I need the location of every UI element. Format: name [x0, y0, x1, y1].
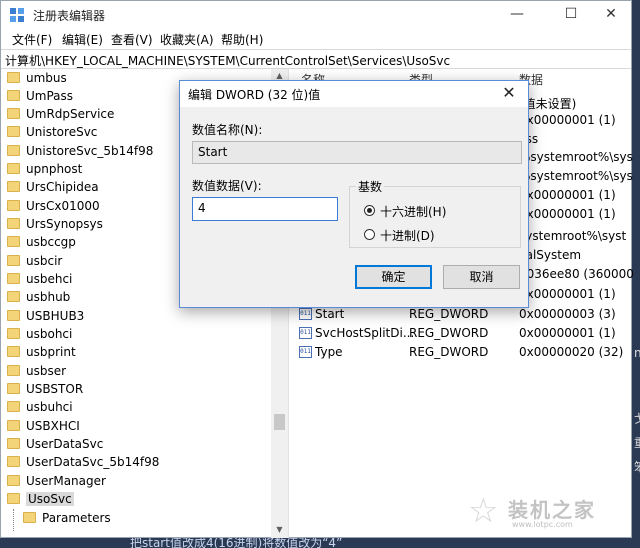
folder-icon	[7, 310, 20, 321]
folder-icon	[7, 72, 20, 83]
folder-icon	[7, 181, 20, 192]
tree-item[interactable]: usbcir	[7, 254, 62, 272]
folder-icon	[7, 291, 20, 302]
scroll-down-arrow-icon[interactable]: ▼	[271, 525, 288, 534]
dword-value-icon: 011	[299, 308, 312, 320]
value-row-type[interactable]: 011 Type REG_DWORD 0x00000020 (32)	[293, 343, 633, 362]
folder-icon	[7, 108, 20, 119]
scroll-up-arrow-icon[interactable]: ▲	[271, 71, 288, 80]
value-name-field: Start	[192, 141, 522, 164]
tree-item[interactable]: UmRdpService	[7, 107, 114, 125]
tree-item[interactable]: UrsChipidea	[7, 180, 99, 198]
dword-value-icon: 011	[299, 346, 312, 358]
watermark-url: www.lotpc.com	[512, 520, 573, 529]
star-logo-icon: ☆	[468, 491, 499, 531]
menu-bar: 文件(F) 编辑(E) 查看(V) 收藏夹(A) 帮助(H)	[1, 29, 631, 49]
menu-view[interactable]: 查看(V)	[111, 31, 153, 48]
tree-connector	[13, 509, 14, 531]
menu-file[interactable]: 文件(F)	[12, 31, 52, 48]
background-text: 笨	[634, 458, 640, 475]
tree-item[interactable]: usbser	[7, 364, 66, 382]
menu-help[interactable]: 帮助(H)	[221, 31, 263, 48]
maximize-button[interactable]: ☐	[549, 1, 593, 29]
folder-icon	[7, 493, 20, 504]
tree-item[interactable]: UserManager	[7, 474, 106, 492]
folder-icon	[7, 328, 20, 339]
value-name-label: 数值名称(N):	[192, 123, 263, 137]
tree-item[interactable]: USBXHCI	[7, 419, 80, 437]
tree-item[interactable]: UrsSynopsys	[7, 217, 103, 235]
dialog-close-button[interactable]: ✕	[496, 82, 522, 106]
tree-item[interactable]: UserDataSvc_5b14f98	[7, 455, 159, 473]
folder-icon	[7, 90, 20, 101]
folder-icon	[7, 420, 20, 431]
hexadecimal-radio[interactable]: 十六进制(H)	[364, 203, 514, 219]
title-bar: 注册表编辑器 — ☐ ✕	[1, 1, 631, 29]
radio-unselected-icon	[364, 229, 375, 240]
folder-icon	[7, 126, 20, 137]
site-watermark: ☆ 装机之家 www.lotpc.com	[468, 490, 628, 534]
tree-item[interactable]: upnphost	[7, 162, 82, 180]
folder-icon	[7, 145, 20, 156]
window-title: 注册表编辑器	[33, 9, 106, 23]
dialog-title: 编辑 DWORD (32 位)值	[188, 88, 321, 102]
folder-icon	[7, 218, 20, 229]
decimal-radio[interactable]: 十进制(D)	[364, 227, 514, 243]
background-strip: 把start值改成4(16进制)将数值改为“4”	[0, 538, 640, 548]
tree-item[interactable]: UnistoreSvc	[7, 125, 97, 143]
scrollbar-thumb[interactable]	[274, 414, 285, 430]
folder-icon	[7, 273, 20, 284]
address-path: 计算机\HKEY_LOCAL_MACHINE\SYSTEM\CurrentCon…	[5, 54, 451, 68]
tree-item[interactable]: usbehci	[7, 272, 72, 290]
ok-button[interactable]: 确定	[355, 265, 432, 289]
background-text: n	[634, 346, 640, 360]
close-window-button[interactable]: ✕	[589, 1, 633, 29]
menu-favorites[interactable]: 收藏夹(A)	[160, 31, 214, 48]
folder-icon	[7, 200, 20, 211]
folder-icon	[7, 255, 20, 266]
value-data-input[interactable]: 4	[192, 197, 338, 221]
address-bar[interactable]: 计算机\HKEY_LOCAL_MACHINE\SYSTEM\CurrentCon…	[1, 49, 631, 69]
base-group-label: 基数	[356, 178, 385, 195]
folder-icon	[7, 236, 20, 247]
folder-icon	[7, 475, 20, 486]
minimize-button[interactable]: —	[495, 1, 539, 29]
folder-icon	[7, 438, 20, 449]
tree-item[interactable]: UserDataSvc	[7, 437, 103, 455]
edit-dword-dialog: 编辑 DWORD (32 位)值 ✕ 数值名称(N): Start 数值数据(V…	[179, 80, 529, 308]
tree-item[interactable]: usbprint	[7, 345, 76, 363]
tree-item-child[interactable]: Parameters	[23, 511, 111, 529]
background-text: 戈	[634, 410, 640, 427]
folder-icon	[7, 456, 20, 467]
cancel-button[interactable]: 取消	[443, 265, 520, 289]
menu-edit[interactable]: 编辑(E)	[62, 31, 103, 48]
tree-item[interactable]: USBSTOR	[7, 382, 83, 400]
radio-selected-icon	[364, 205, 375, 216]
tree-item[interactable]: USBHUB3	[7, 309, 84, 327]
value-data-label: 数值数据(V):	[192, 179, 262, 193]
dialog-title-bar: 编辑 DWORD (32 位)值 ✕	[180, 81, 528, 107]
folder-icon	[23, 512, 36, 523]
tree-item[interactable]: UnistoreSvc_5b14f98	[7, 144, 153, 162]
tree-item[interactable]: usbccgp	[7, 235, 76, 253]
tree-item[interactable]: usbuhci	[7, 400, 73, 418]
folder-icon	[7, 401, 20, 412]
background-caption: 把start值改成4(16进制)将数值改为“4”	[130, 538, 343, 548]
watermark-brand: 装机之家	[508, 498, 596, 522]
tree-item-selected[interactable]: UsoSvc	[7, 492, 74, 510]
registry-app-icon	[10, 8, 24, 22]
folder-icon	[7, 163, 20, 174]
folder-icon	[7, 346, 20, 357]
tree-item[interactable]: usbohci	[7, 327, 72, 345]
dword-value-icon: 011	[299, 327, 312, 339]
tree-item[interactable]: umbus	[7, 71, 67, 89]
background-text: 重	[634, 434, 640, 451]
tree-item[interactable]: UrsCx01000	[7, 199, 100, 217]
tree-item[interactable]: UmPass	[7, 89, 73, 107]
folder-icon	[7, 365, 20, 376]
base-group: 基数 十六进制(H) 十进制(D)	[349, 178, 521, 248]
folder-icon	[7, 383, 20, 394]
tree-item[interactable]: usbhub	[7, 290, 70, 308]
value-row-svchostsplit[interactable]: 011 SvcHostSplitDi... REG_DWORD 0x000000…	[293, 324, 633, 343]
